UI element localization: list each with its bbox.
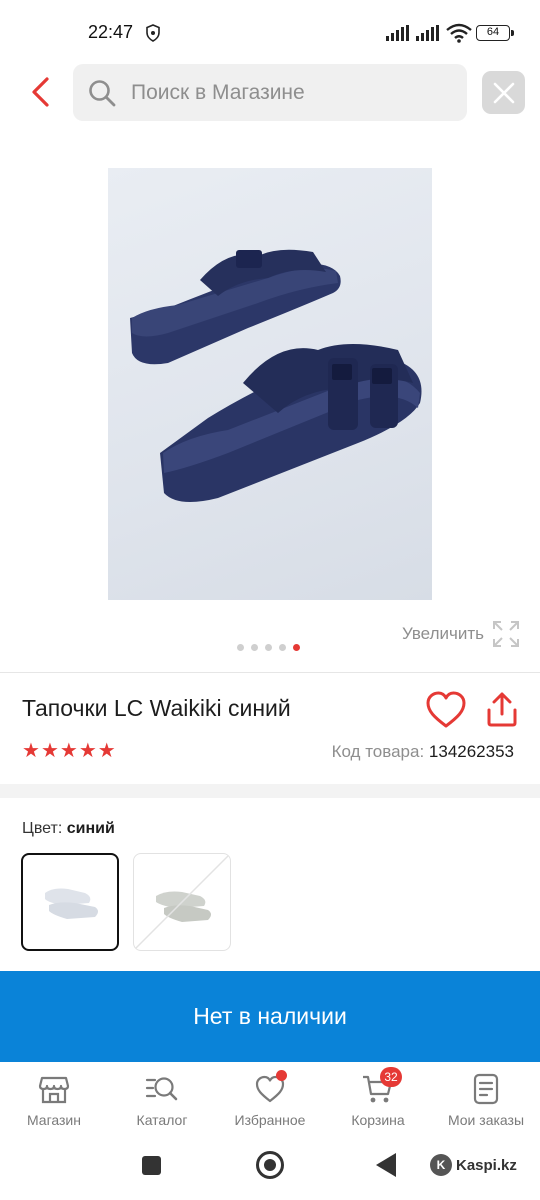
star-icon: ★	[97, 740, 116, 762]
battery-icon: 64	[476, 25, 514, 41]
nav-item-store[interactable]: Магазин	[0, 1062, 108, 1140]
expand-icon	[493, 621, 519, 647]
bottom-nav: Магазин Каталог Избранное 32 Корзина Мои…	[0, 1062, 540, 1140]
share-icon	[487, 692, 517, 727]
nav-label-favorites: Избранное	[234, 1112, 306, 1128]
color-swatch-selected[interactable]	[21, 853, 119, 951]
orders-icon	[473, 1073, 499, 1105]
close-icon	[493, 82, 514, 103]
product-title: Тапочки LC Waikiki синий	[22, 695, 291, 721]
nav-label-catalog: Каталог	[136, 1112, 188, 1128]
product-code: Код товара: 134262353	[332, 742, 514, 762]
status-bar: 22:47 64	[0, 0, 540, 64]
nav-item-favorites[interactable]: Избранное	[216, 1062, 324, 1140]
out-of-stock-button[interactable]: Нет в наличии	[0, 971, 540, 1062]
nav-item-orders[interactable]: Мои заказы	[432, 1062, 540, 1140]
search-icon	[89, 79, 116, 106]
catalog-search-icon	[145, 1077, 178, 1101]
kaspi-logo-icon: K	[430, 1154, 452, 1176]
product-image[interactable]	[108, 168, 432, 600]
star-icon: ★	[40, 740, 59, 762]
nav-item-cart[interactable]: 32 Корзина	[324, 1062, 432, 1140]
watermark-text: Kaspi.kz	[456, 1156, 517, 1174]
favorites-badge-dot	[276, 1070, 287, 1081]
star-icon: ★	[22, 740, 40, 762]
gallery-dot-5[interactable]	[293, 644, 300, 651]
star-icon: ★	[59, 740, 78, 762]
zoom-button[interactable]: Увеличить	[402, 620, 520, 648]
star-icon: ★	[78, 740, 97, 762]
chevron-left-icon	[32, 77, 49, 107]
nav-item-catalog[interactable]: Каталог	[108, 1062, 216, 1140]
kaspi-watermark: K Kaspi.kz	[430, 1154, 517, 1176]
divider	[0, 672, 540, 673]
home-button[interactable]	[256, 1151, 284, 1179]
rating-stars: ★ ★ ★ ★ ★	[22, 741, 116, 761]
signal-icon-2	[416, 25, 439, 41]
favorite-button[interactable]	[424, 690, 468, 730]
gallery-dot-4[interactable]	[279, 644, 286, 651]
share-button[interactable]	[482, 690, 522, 730]
color-selected-value: синий	[66, 820, 115, 837]
color-swatch-unavailable[interactable]	[133, 853, 231, 951]
nav-label-orders: Мои заказы	[447, 1112, 525, 1128]
signal-icon	[386, 25, 409, 41]
gallery-pagination	[237, 644, 300, 651]
zoom-label: Увеличить	[402, 624, 484, 643]
sandals-illustration	[130, 249, 422, 502]
heart-icon	[426, 691, 466, 728]
cart-badge-count: 32	[380, 1067, 402, 1087]
product-code-value: 134262353	[428, 742, 514, 761]
gallery-dot-1[interactable]	[237, 644, 244, 651]
color-label: Цвет: синий	[22, 820, 115, 838]
wifi-icon	[446, 23, 472, 43]
system-nav-bar: K Kaspi.kz	[0, 1140, 540, 1200]
swatch-thumbnail-crossed	[134, 854, 230, 950]
close-button[interactable]	[482, 71, 525, 114]
swatch-thumbnail	[45, 888, 98, 919]
recent-apps-button[interactable]	[142, 1156, 161, 1175]
color-label-text: Цвет:	[22, 820, 63, 837]
product-code-label: Код товара:	[331, 742, 425, 761]
shield-icon	[146, 24, 160, 42]
status-time: 22:47	[88, 22, 134, 42]
gallery-dot-2[interactable]	[251, 644, 258, 651]
nav-label-cart: Корзина	[351, 1112, 405, 1128]
back-button[interactable]	[20, 72, 60, 112]
search-bar[interactable]	[73, 64, 467, 121]
system-back-button[interactable]	[376, 1153, 396, 1177]
gallery-dot-3[interactable]	[265, 644, 272, 651]
nav-label-store: Магазин	[26, 1112, 81, 1128]
search-input[interactable]	[131, 80, 431, 105]
section-separator	[0, 784, 540, 798]
store-icon	[38, 1076, 70, 1104]
